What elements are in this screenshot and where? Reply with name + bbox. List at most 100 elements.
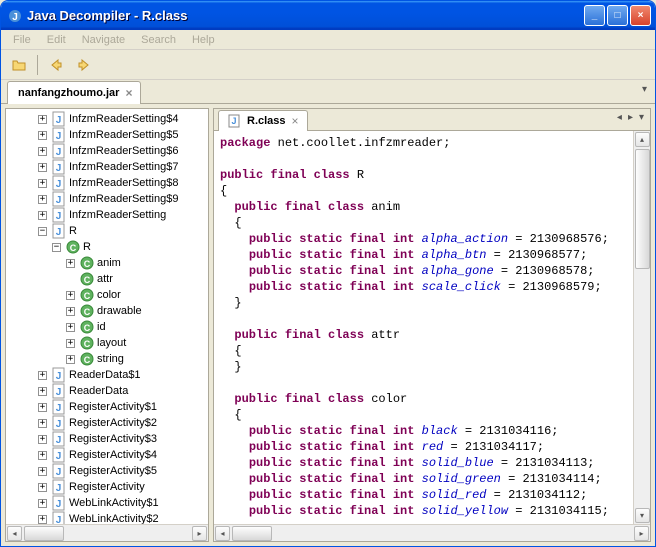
jar-tab[interactable]: nanfangzhoumo.jar × — [7, 81, 141, 104]
expand-icon[interactable]: + — [38, 483, 47, 492]
collapse-icon[interactable]: − — [38, 227, 47, 236]
expand-icon[interactable]: + — [38, 115, 47, 124]
tree-item[interactable]: +JReaderData$1 — [6, 367, 208, 383]
scroll-thumb-h[interactable] — [232, 526, 272, 541]
tree-item[interactable]: +Cstring — [6, 351, 208, 367]
code-line: { — [220, 183, 630, 199]
tree-item[interactable]: +JInfzmReaderSetting$9 — [6, 191, 208, 207]
nav-forward-icon[interactable]: ▸ — [628, 112, 633, 123]
code-editor[interactable]: package net.coollet.infzmreader; public … — [214, 131, 650, 524]
tree-item[interactable]: +JInfzmReaderSetting$5 — [6, 127, 208, 143]
tree-item[interactable]: +JWebLinkActivity$2 — [6, 511, 208, 524]
close-icon[interactable]: × — [292, 114, 299, 128]
tree-item[interactable]: −JR — [6, 223, 208, 239]
svg-text:C: C — [84, 355, 91, 365]
expand-icon[interactable]: + — [66, 259, 75, 268]
back-button[interactable] — [44, 53, 68, 77]
tab-dropdown-icon[interactable]: ▾ — [642, 84, 647, 95]
tree-item[interactable]: +Cdrawable — [6, 303, 208, 319]
close-button[interactable]: × — [630, 5, 651, 26]
java-file-icon: J — [227, 114, 241, 128]
nav-back-icon[interactable]: ◂ — [617, 112, 622, 123]
expand-icon[interactable]: + — [38, 435, 47, 444]
tree-item[interactable]: +JRegisterActivity — [6, 479, 208, 495]
tree-item[interactable]: +JRegisterActivity$4 — [6, 447, 208, 463]
tree-item[interactable]: +JRegisterActivity$3 — [6, 431, 208, 447]
tree-item-label: layout — [97, 337, 126, 349]
scroll-thumb-v[interactable] — [635, 149, 650, 269]
expand-icon[interactable]: + — [38, 163, 47, 172]
menu-navigate[interactable]: Navigate — [74, 32, 133, 48]
expand-icon[interactable]: + — [38, 371, 47, 380]
close-icon[interactable]: × — [125, 86, 132, 100]
tree-item[interactable]: +JInfzmReaderSetting$7 — [6, 159, 208, 175]
tree-item-label: id — [97, 321, 106, 333]
scroll-left-icon[interactable]: ◂ — [7, 526, 22, 541]
expand-icon[interactable]: + — [66, 291, 75, 300]
menu-help[interactable]: Help — [184, 32, 223, 48]
code-line: { — [220, 407, 630, 423]
expand-icon[interactable]: + — [38, 419, 47, 428]
tree-scrollbar-h[interactable]: ◂ ▸ — [6, 524, 208, 541]
tree-item[interactable]: +JInfzmReaderSetting$6 — [6, 143, 208, 159]
tree-item[interactable]: +Canim — [6, 255, 208, 271]
app-window: J Java Decompiler - R.class _ □ × File E… — [0, 0, 656, 547]
svg-text:C: C — [70, 243, 77, 253]
scroll-left-icon[interactable]: ◂ — [215, 526, 230, 541]
svg-text:C: C — [84, 259, 91, 269]
expand-icon[interactable]: + — [38, 467, 47, 476]
expand-icon[interactable]: + — [38, 499, 47, 508]
tree-item[interactable]: +JInfzmReaderSetting$8 — [6, 175, 208, 191]
menu-file[interactable]: File — [5, 32, 39, 48]
expand-icon[interactable]: + — [38, 147, 47, 156]
svg-text:J: J — [56, 467, 62, 478]
scroll-down-icon[interactable]: ▾ — [635, 508, 650, 523]
expand-icon[interactable]: + — [38, 195, 47, 204]
tree-item[interactable]: +Cid — [6, 319, 208, 335]
scroll-right-icon[interactable]: ▸ — [634, 526, 649, 541]
svg-text:C: C — [84, 339, 91, 349]
expand-icon[interactable]: + — [38, 131, 47, 140]
nav-dropdown-icon[interactable]: ▾ — [639, 112, 644, 123]
expand-icon[interactable]: + — [66, 339, 75, 348]
open-file-button[interactable] — [7, 53, 31, 77]
tree-body[interactable]: +JInfzmReaderSetting$4+JInfzmReaderSetti… — [6, 109, 208, 524]
menu-edit[interactable]: Edit — [39, 32, 74, 48]
expand-icon[interactable]: + — [38, 451, 47, 460]
code-scrollbar-v[interactable]: ▴ ▾ — [633, 131, 650, 524]
expand-icon[interactable]: + — [66, 323, 75, 332]
scroll-up-icon[interactable]: ▴ — [635, 132, 650, 147]
collapse-icon[interactable]: − — [52, 243, 61, 252]
tree-item[interactable]: +JInfzmReaderSetting$4 — [6, 111, 208, 127]
code-tab[interactable]: J R.class × — [218, 110, 308, 131]
expand-icon[interactable]: + — [38, 387, 47, 396]
tree-item[interactable]: +JReaderData — [6, 383, 208, 399]
expand-icon[interactable]: + — [38, 179, 47, 188]
tree-item[interactable]: +JRegisterActivity$5 — [6, 463, 208, 479]
minimize-button[interactable]: _ — [584, 5, 605, 26]
tree-item[interactable]: +JRegisterActivity$1 — [6, 399, 208, 415]
expand-icon[interactable]: + — [38, 403, 47, 412]
expand-icon[interactable]: + — [38, 211, 47, 220]
titlebar[interactable]: J Java Decompiler - R.class _ □ × — [1, 1, 655, 30]
java-file-icon: J — [51, 111, 67, 127]
code-line: public static final int alpha_action = 2… — [220, 231, 630, 247]
code-scrollbar-h[interactable]: ◂ ▸ — [214, 524, 650, 541]
code-line: public static final int black = 21310341… — [220, 423, 630, 439]
tree-item[interactable]: −CR — [6, 239, 208, 255]
tree-item[interactable]: +JInfzmReaderSetting — [6, 207, 208, 223]
tree-item[interactable]: +JRegisterActivity$2 — [6, 415, 208, 431]
expand-icon[interactable]: + — [38, 515, 47, 524]
tree-item[interactable]: + Clayout — [6, 335, 208, 351]
expand-icon[interactable]: + — [66, 355, 75, 364]
tree-item[interactable]: +JWebLinkActivity$1 — [6, 495, 208, 511]
tree-item[interactable]: +Ccolor — [6, 287, 208, 303]
tree-item[interactable]: Cattr — [6, 271, 208, 287]
toggle-spacer — [66, 275, 75, 284]
forward-button[interactable] — [72, 53, 96, 77]
expand-icon[interactable]: + — [66, 307, 75, 316]
menu-search[interactable]: Search — [133, 32, 184, 48]
maximize-button[interactable]: □ — [607, 5, 628, 26]
scroll-right-icon[interactable]: ▸ — [192, 526, 207, 541]
scroll-thumb-h[interactable] — [24, 526, 64, 541]
